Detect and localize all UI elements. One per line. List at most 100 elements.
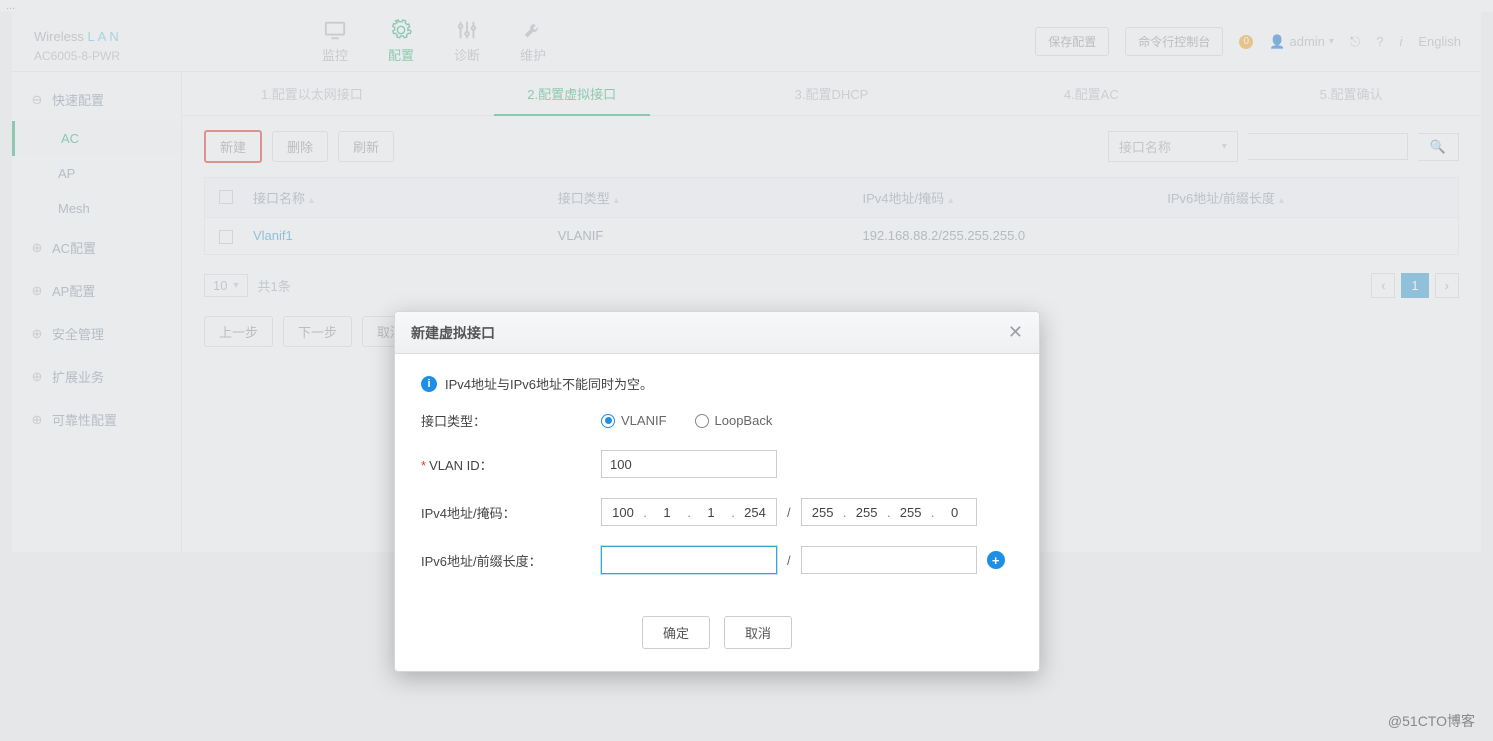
- label-ipv6: IPv6地址/前缀长度：: [421, 551, 601, 570]
- select-all-checkbox[interactable]: [219, 190, 233, 204]
- header-right: 保存配置 命令行控制台 0 👤 admin ▾ ⎋ ? i English: [1035, 27, 1481, 56]
- info-icon: i: [421, 376, 437, 392]
- search-button[interactable]: 🔍: [1418, 133, 1459, 161]
- row-ipv6: IPv6地址/前缀长度： / +: [421, 546, 1013, 574]
- page-size-select[interactable]: 10▾: [204, 274, 248, 297]
- radio-dot-icon: [695, 414, 709, 428]
- alert-icon[interactable]: 0: [1239, 35, 1253, 49]
- search-input[interactable]: [1248, 133, 1408, 160]
- sidebar-extension[interactable]: ⊕扩展业务: [12, 355, 181, 398]
- ipv4-mask-input[interactable]: 255. 255. 255. 0: [801, 498, 977, 526]
- ipv6-prefix-input[interactable]: [801, 546, 977, 574]
- step-4[interactable]: 4.配置AC: [961, 72, 1221, 115]
- interface-table: 接口名称▴ 接口类型▴ IPv4地址/掩码▴ IPv6地址/前缀长度▴ Vlan…: [204, 177, 1459, 255]
- cell-name[interactable]: Vlanif1: [239, 218, 544, 254]
- nav-monitor[interactable]: 监控: [322, 19, 348, 64]
- step-2[interactable]: 2.配置虚拟接口: [442, 72, 702, 115]
- step-5[interactable]: 5.配置确认: [1221, 72, 1481, 115]
- next-step-button[interactable]: 下一步: [283, 316, 352, 347]
- col-type[interactable]: 接口类型▴: [544, 178, 849, 217]
- chevron-down-icon: ▾: [233, 280, 238, 291]
- add-icon[interactable]: +: [987, 551, 1005, 569]
- cli-console-button[interactable]: 命令行控制台: [1125, 27, 1223, 56]
- modal-title: 新建虚拟接口: [411, 323, 495, 343]
- logout-icon[interactable]: ⎋: [1350, 34, 1360, 50]
- modal-info: i IPv4地址与IPv6地址不能同时为空。: [421, 374, 1013, 393]
- col-ipv6[interactable]: IPv6地址/前缀长度▴: [1153, 178, 1458, 217]
- ipv4-address-input[interactable]: 100. 1. 1. 254: [601, 498, 777, 526]
- page-next[interactable]: ›: [1435, 273, 1459, 298]
- modal-cancel-button[interactable]: 取消: [724, 616, 792, 649]
- new-button[interactable]: 新建: [204, 130, 262, 163]
- delete-button[interactable]: 删除: [272, 131, 328, 162]
- modal-header: 新建虚拟接口 ✕: [395, 312, 1039, 354]
- nav-config[interactable]: 配置: [388, 19, 414, 64]
- page-1[interactable]: 1: [1401, 273, 1428, 298]
- brand-title: Wireless LAN: [34, 21, 200, 47]
- label-vlan-id: *VLAN ID：: [421, 455, 601, 474]
- sidebar-item-ac[interactable]: AC: [12, 121, 181, 156]
- chevron-down-icon: ▾: [1329, 36, 1334, 47]
- step-1[interactable]: 1.配置以太网接口: [182, 72, 442, 115]
- plus-icon: ⊕: [30, 241, 44, 255]
- table-row[interactable]: Vlanif1 VLANIF 192.168.88.2/255.255.255.…: [205, 217, 1458, 254]
- nav-maintain[interactable]: 维护: [520, 19, 546, 64]
- row-interface-type: 接口类型： VLANIF LoopBack: [421, 411, 1013, 430]
- sort-icon: ▴: [614, 195, 619, 206]
- toolbar: 新建 删除 刷新 接口名称▾ 🔍: [182, 116, 1481, 177]
- brand: Wireless LAN AC6005-8-PWR: [12, 21, 222, 63]
- language-switch[interactable]: English: [1418, 34, 1461, 49]
- top-crop-bar: ...: [0, 0, 1493, 12]
- sidebar: ⊖快速配置 AC AP Mesh ⊕AC配置 ⊕AP配置 ⊕安全管理 ⊕扩展业务…: [12, 72, 182, 552]
- wizard-steps: 1.配置以太网接口 2.配置虚拟接口 3.配置DHCP 4.配置AC 5.配置确…: [182, 72, 1481, 116]
- sidebar-reliability[interactable]: ⊕可靠性配置: [12, 398, 181, 441]
- label-ipv4: IPv4地址/掩码：: [421, 503, 601, 522]
- sidebar-ac-config[interactable]: ⊕AC配置: [12, 226, 181, 269]
- col-name[interactable]: 接口名称▴: [239, 178, 544, 217]
- pager-row: 10▾ 共1条 ‹ 1 ›: [204, 273, 1459, 298]
- user-menu[interactable]: 👤 admin ▾: [1269, 34, 1334, 50]
- plus-icon: ⊕: [30, 327, 44, 341]
- wrench-icon: [522, 19, 544, 41]
- minus-icon: ⊖: [30, 93, 44, 107]
- sort-icon: ▴: [948, 195, 953, 206]
- info-icon[interactable]: i: [1399, 34, 1402, 49]
- chevron-down-icon: ▾: [1222, 141, 1227, 152]
- prev-step-button[interactable]: 上一步: [204, 316, 273, 347]
- row-checkbox[interactable]: [219, 230, 233, 244]
- brand-subtitle: AC6005-8-PWR: [34, 49, 200, 63]
- user-icon: 👤: [1269, 34, 1285, 50]
- sidebar-ap-config[interactable]: ⊕AP配置: [12, 269, 181, 312]
- header: Wireless LAN AC6005-8-PWR 监控 配置 诊断 维护 保存…: [12, 12, 1481, 72]
- search-icon: 🔍: [1430, 139, 1446, 154]
- close-icon[interactable]: ✕: [1008, 322, 1023, 343]
- sidebar-quick-config[interactable]: ⊖快速配置: [12, 78, 181, 121]
- table-header: 接口名称▴ 接口类型▴ IPv4地址/掩码▴ IPv6地址/前缀长度▴: [205, 178, 1458, 217]
- search-field-select[interactable]: 接口名称▾: [1108, 131, 1238, 162]
- vlan-id-input[interactable]: [601, 450, 777, 478]
- sliders-icon: [456, 19, 478, 41]
- radio-vlanif[interactable]: VLANIF: [601, 413, 667, 428]
- ipv6-address-input[interactable]: [601, 546, 777, 574]
- sort-icon: ▴: [309, 195, 314, 206]
- step-3[interactable]: 3.配置DHCP: [702, 72, 962, 115]
- plus-icon: ⊕: [30, 284, 44, 298]
- help-icon[interactable]: ?: [1376, 34, 1383, 49]
- sidebar-security[interactable]: ⊕安全管理: [12, 312, 181, 355]
- label-interface-type: 接口类型：: [421, 411, 601, 430]
- modal-ok-button[interactable]: 确定: [642, 616, 710, 649]
- sort-icon: ▴: [1279, 195, 1284, 206]
- col-ipv4[interactable]: IPv4地址/掩码▴: [849, 178, 1154, 217]
- radio-loopback[interactable]: LoopBack: [695, 413, 773, 428]
- monitor-icon: [324, 19, 346, 41]
- refresh-button[interactable]: 刷新: [338, 131, 394, 162]
- save-config-button[interactable]: 保存配置: [1035, 27, 1109, 56]
- watermark: @51CTO博客: [1388, 711, 1475, 731]
- top-nav: 监控 配置 诊断 维护: [222, 19, 546, 64]
- nav-diagnose[interactable]: 诊断: [454, 19, 480, 64]
- page-prev[interactable]: ‹: [1371, 273, 1395, 298]
- sidebar-item-ap[interactable]: AP: [12, 156, 181, 191]
- modal-footer: 确定 取消: [395, 604, 1039, 671]
- row-vlan-id: *VLAN ID：: [421, 450, 1013, 478]
- sidebar-item-mesh[interactable]: Mesh: [12, 191, 181, 226]
